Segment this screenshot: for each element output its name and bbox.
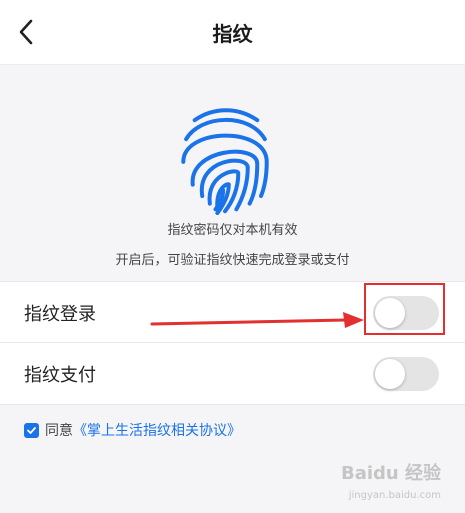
- fingerprint-icon: [181, 108, 269, 215]
- info-text-usage: 开启后，可验证指纹快速完成登录或支付: [115, 253, 350, 268]
- page-title: 指纹: [212, 22, 253, 46]
- fingerprint-hero: 指纹密码仅对本机有效 开启后，可验证指纹快速完成登录或支付: [0, 65, 465, 281]
- agreement-prefix: 同意: [45, 423, 73, 439]
- annotation-highlight-box: [364, 283, 445, 335]
- setting-label-pay: 指纹支付: [24, 365, 96, 386]
- nav-bar: 指纹: [0, 0, 465, 65]
- setting-label-login: 指纹登录: [24, 304, 96, 325]
- checkmark-icon: [27, 426, 36, 434]
- fingerprint-pay-toggle[interactable]: [373, 357, 439, 391]
- setting-row-fingerprint-pay: 指纹支付: [0, 343, 465, 403]
- agreement-link[interactable]: 《掌上生活指纹相关协议》: [73, 420, 241, 440]
- toggle-knob: [375, 359, 405, 389]
- watermark-logo: Baidu 经验: [340, 463, 441, 484]
- watermark-url: jingyan.baidu.com: [348, 490, 441, 501]
- agreement-row: 同意 《掌上生活指纹相关协议》: [24, 420, 241, 440]
- agreement-checkbox[interactable]: [24, 422, 39, 438]
- info-text-device-only: 指纹密码仅对本机有效: [167, 223, 298, 238]
- annotation-arrow-icon: [150, 312, 364, 328]
